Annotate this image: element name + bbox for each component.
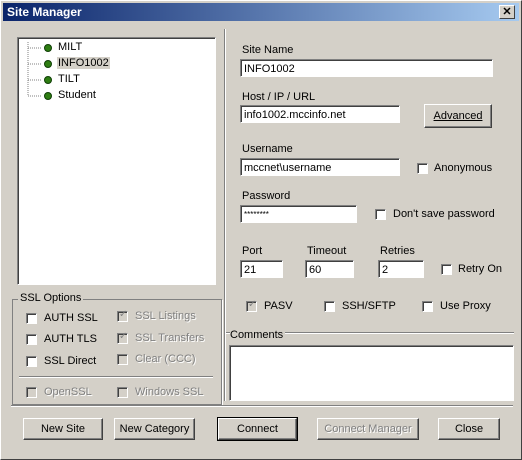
host-label: Host / IP / URL bbox=[242, 91, 316, 103]
openssl-radio bbox=[26, 387, 37, 398]
ssl-transfers-label: SSL Transfers bbox=[135, 332, 205, 344]
auth-ssl-checkbox[interactable] bbox=[26, 313, 37, 324]
comments-textarea[interactable] bbox=[229, 345, 514, 401]
retries-label: Retries bbox=[380, 245, 415, 257]
tree-item-milt[interactable]: MILT bbox=[58, 41, 82, 53]
host-field[interactable]: info1002.mccinfo.net bbox=[240, 105, 400, 123]
close-icon[interactable]: ✕ bbox=[499, 5, 515, 19]
ssh-sftp-checkbox[interactable] bbox=[324, 301, 335, 312]
auth-ssl-label: AUTH SSL bbox=[44, 312, 98, 324]
ssl-separator bbox=[19, 376, 213, 378]
tree-item-tilt[interactable]: TILT bbox=[58, 73, 80, 85]
site-icon bbox=[44, 76, 52, 84]
dont-save-password-label: Don't save password bbox=[393, 208, 495, 220]
advanced-button[interactable]: Advanced bbox=[424, 104, 492, 128]
openssl-label: OpenSSL bbox=[44, 386, 92, 398]
clear-ccc-checkbox bbox=[117, 354, 128, 365]
auth-tls-checkbox[interactable] bbox=[26, 334, 37, 345]
windows-ssl-radio bbox=[117, 387, 128, 398]
new-site-button[interactable]: New Site bbox=[23, 418, 103, 440]
ssl-direct-label: SSL Direct bbox=[44, 355, 97, 367]
close-button[interactable]: Close bbox=[438, 418, 500, 440]
anonymous-checkbox[interactable] bbox=[417, 163, 428, 174]
port-field[interactable]: 21 bbox=[240, 260, 283, 278]
tree-lines bbox=[27, 42, 42, 97]
ssl-listings-checkbox: ✓ bbox=[117, 309, 128, 322]
site-name-field[interactable]: INFO1002 bbox=[240, 59, 493, 77]
username-field[interactable]: mccnet\username bbox=[240, 158, 400, 176]
ssl-direct-checkbox[interactable] bbox=[26, 356, 37, 367]
retry-on-checkbox[interactable] bbox=[441, 264, 452, 275]
password-field[interactable]: ******** bbox=[240, 205, 357, 223]
window-title: Site Manager bbox=[7, 5, 82, 19]
windows-ssl-label: Windows SSL bbox=[135, 386, 204, 398]
dont-save-password-checkbox[interactable] bbox=[375, 209, 386, 220]
anonymous-label: Anonymous bbox=[434, 162, 493, 174]
ssh-sftp-label: SSH/SFTP bbox=[342, 300, 396, 312]
site-icon bbox=[44, 92, 52, 100]
site-manager-window: Site Manager ✕ MILT INFO1002 TILT Studen… bbox=[0, 0, 522, 460]
tree-item-student[interactable]: Student bbox=[58, 89, 96, 101]
timeout-field[interactable]: 60 bbox=[305, 260, 354, 278]
timeout-label: Timeout bbox=[307, 245, 347, 257]
bottom-separator bbox=[11, 405, 513, 407]
use-proxy-label: Use Proxy bbox=[440, 300, 491, 312]
connect-button[interactable]: Connect bbox=[217, 417, 298, 441]
ssl-listings-label: SSL Listings bbox=[135, 310, 196, 322]
pasv-checkbox[interactable]: ✓ bbox=[246, 299, 257, 312]
username-label: Username bbox=[242, 143, 293, 155]
connect-manager-button: Connect Manager bbox=[317, 418, 419, 440]
comments-label: Comments bbox=[230, 329, 286, 341]
clear-ccc-label: Clear (CCC) bbox=[135, 353, 196, 365]
auth-tls-label: AUTH TLS bbox=[44, 333, 97, 345]
use-proxy-checkbox[interactable] bbox=[422, 301, 433, 312]
password-label: Password bbox=[242, 190, 291, 202]
ssl-transfers-checkbox: ✓ bbox=[117, 331, 128, 344]
site-icon bbox=[44, 44, 52, 52]
site-tree[interactable]: MILT INFO1002 TILT Student bbox=[17, 37, 216, 285]
port-label: Port bbox=[242, 245, 263, 257]
site-name-label: Site Name bbox=[242, 44, 294, 56]
title-bar: Site Manager ✕ bbox=[3, 3, 519, 21]
tree-item-info1002[interactable]: INFO1002 bbox=[57, 57, 110, 69]
retry-on-label: Retry On bbox=[458, 263, 503, 275]
site-icon bbox=[44, 60, 52, 68]
new-category-button[interactable]: New Category bbox=[114, 418, 195, 440]
vertical-separator bbox=[224, 29, 226, 401]
pasv-label: PASV bbox=[264, 300, 293, 312]
ssl-options-title: SSL Options bbox=[18, 292, 84, 304]
retries-field[interactable]: 2 bbox=[378, 260, 424, 278]
